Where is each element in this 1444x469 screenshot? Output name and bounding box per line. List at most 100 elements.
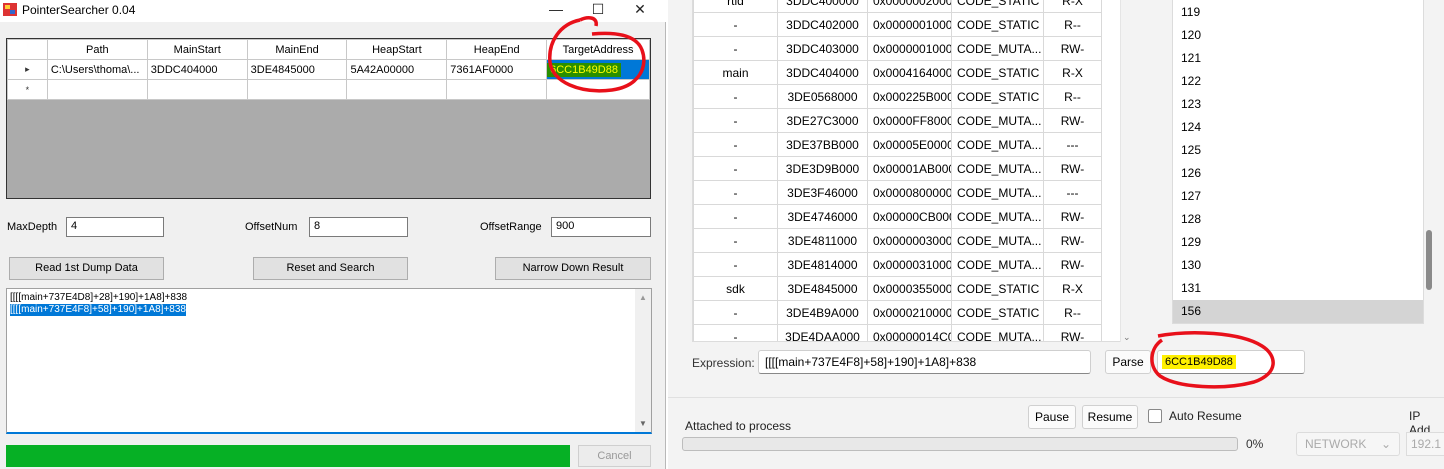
col-mainend[interactable]: MainEnd xyxy=(246,39,348,60)
table-cell[interactable]: sdk xyxy=(693,276,778,301)
table-cell[interactable]: RW- xyxy=(1043,36,1102,61)
list-item[interactable]: 125 xyxy=(1181,139,1201,162)
table-cell[interactable]: R-X xyxy=(1043,0,1102,13)
list-item[interactable]: 130 xyxy=(1181,254,1201,277)
new-cell[interactable] xyxy=(146,79,248,100)
table-row[interactable]: -3DE4814000 0x0000031000 CODE_MUTA... RW- xyxy=(693,252,1102,277)
table-cell[interactable]: 0x0000210000 xyxy=(867,300,952,325)
table-cell[interactable]: RW- xyxy=(1043,324,1102,341)
table-row[interactable]: main 3DDC404000 0x0004164000 CODE_STATIC R-X xyxy=(693,60,1102,85)
table-cell[interactable]: 3DE3F46000 xyxy=(777,180,868,205)
table-cell[interactable]: - xyxy=(693,228,778,253)
table-cell[interactable]: 0x0000031000 xyxy=(867,252,952,277)
list-item[interactable]: 128 xyxy=(1181,208,1201,231)
new-cell[interactable] xyxy=(446,79,548,100)
table-cell[interactable]: CODE_MUTA... xyxy=(951,156,1044,181)
table-cell[interactable]: - xyxy=(693,180,778,205)
table-cell[interactable]: rtld xyxy=(693,0,778,13)
table-cell[interactable]: RW- xyxy=(1043,156,1102,181)
results-textbox[interactable]: [[[[main+737E4D8]+28]+190]+1A8]+838 [[[[… xyxy=(6,288,652,434)
result-line-selected[interactable]: [[[[main+737E4F8]+58]+190]+1A8]+838 xyxy=(10,304,186,316)
table-cell[interactable]: --- xyxy=(1043,132,1102,157)
table-cell[interactable]: - xyxy=(693,204,778,229)
table-row[interactable]: -3DE37BB000 0x00005E0000 CODE_MUTA... --- xyxy=(693,132,1102,157)
table-cell[interactable]: CODE_STATIC xyxy=(951,60,1044,85)
table-cell[interactable]: CODE_MUTA... xyxy=(951,108,1044,133)
result-line[interactable]: [[[[main+737E4D8]+28]+190]+1A8]+838 xyxy=(10,292,187,304)
offsetrange-input[interactable]: 900 xyxy=(551,217,651,237)
expression-input[interactable]: [[[[main+737E4F8]+58]+190]+1A8]+838 xyxy=(758,350,1091,374)
table-cell[interactable]: 0x00000014C000 xyxy=(867,324,952,341)
scroll-down-icon[interactable]: ⌄ xyxy=(1123,332,1131,343)
table-cell[interactable]: RW- xyxy=(1043,252,1102,277)
table-cell[interactable]: 3DDC400000 xyxy=(777,0,868,13)
table-cell[interactable]: 0x00000CB000 xyxy=(867,204,952,229)
cell-mainstart[interactable]: 3DDC404000 xyxy=(146,59,248,80)
resume-button[interactable]: Resume xyxy=(1082,405,1138,429)
table-cell[interactable]: RW- xyxy=(1043,108,1102,133)
table-cell[interactable]: CODE_STATIC xyxy=(951,84,1044,109)
cell-heapend[interactable]: 7361AF0000 xyxy=(446,59,548,80)
list-item[interactable]: 123 xyxy=(1181,93,1201,116)
table-cell[interactable]: - xyxy=(693,132,778,157)
list-item[interactable]: 156 xyxy=(1173,300,1423,323)
table-row[interactable]: -3DE3D9B000 0x00001AB000 CODE_MUTA... RW- xyxy=(693,156,1102,181)
table-cell[interactable]: 0x0000002000 xyxy=(867,0,952,13)
table-row[interactable]: -3DDC402000 0x0000001000 CODE_STATIC R-- xyxy=(693,12,1102,37)
table-cell[interactable]: CODE_STATIC xyxy=(951,276,1044,301)
table-row[interactable]: -3DE4DAA0000x00000014C000CODE_MUTA...RW- xyxy=(693,324,1102,341)
col-mainstart[interactable]: MainStart xyxy=(146,39,248,60)
table-row[interactable]: sdk 3DE4845000 0x0000355000 CODE_STATIC R-X xyxy=(693,276,1102,301)
table-cell[interactable]: - xyxy=(693,156,778,181)
cell-mainend[interactable]: 3DE4845000 xyxy=(246,59,348,80)
table-cell[interactable]: 0x00001AB000 xyxy=(867,156,952,181)
table-cell[interactable]: 3DE4845000 xyxy=(777,276,868,301)
table-cell[interactable]: CODE_STATIC xyxy=(951,0,1044,13)
list-item[interactable]: 122 xyxy=(1181,70,1201,93)
table-row[interactable]: rtld 3DDC400000 0x0000002000 CODE_STATIC R-X xyxy=(693,0,1102,13)
table-cell[interactable]: 3DE27C3000 xyxy=(777,108,868,133)
table-row[interactable]: -3DE0568000 0x000225B000 CODE_STATIC R-- xyxy=(693,84,1102,109)
table-cell[interactable]: 3DE37BB000 xyxy=(777,132,868,157)
ip-input[interactable]: 192.1 xyxy=(1406,432,1444,456)
memory-scrollbar[interactable]: ⌄ xyxy=(1120,0,1132,342)
table-cell[interactable]: main xyxy=(693,60,778,85)
new-cell[interactable] xyxy=(246,79,348,100)
table-cell[interactable]: 0x000225B000 xyxy=(867,84,952,109)
table-cell[interactable]: CODE_MUTA... xyxy=(951,132,1044,157)
scroll-up-icon[interactable]: ▲ xyxy=(639,293,647,302)
table-cell[interactable]: 3DE4814000 xyxy=(777,252,868,277)
table-cell[interactable]: 0x0000800000 xyxy=(867,180,952,205)
cancel-button[interactable]: Cancel xyxy=(578,445,651,467)
list-item[interactable]: 124 xyxy=(1181,116,1201,139)
table-cell[interactable]: CODE_STATIC xyxy=(951,12,1044,37)
list-scroll-thumb[interactable] xyxy=(1426,230,1432,290)
table-cell[interactable]: - xyxy=(693,36,778,61)
pause-button[interactable]: Pause xyxy=(1028,405,1076,429)
table-cell[interactable]: CODE_STATIC xyxy=(951,300,1044,325)
table-cell[interactable]: - xyxy=(693,300,778,325)
table-cell[interactable]: CODE_MUTA... xyxy=(951,228,1044,253)
table-cell[interactable]: 3DE4811000 xyxy=(777,228,868,253)
results-scrollbar[interactable]: ▲ ▼ xyxy=(635,289,651,432)
table-cell[interactable]: 3DDC404000 xyxy=(777,60,868,85)
table-cell[interactable]: R-X xyxy=(1043,60,1102,85)
table-cell[interactable]: CODE_MUTA... xyxy=(951,252,1044,277)
table-cell[interactable]: R-- xyxy=(1043,12,1102,37)
table-cell[interactable]: R-X xyxy=(1043,276,1102,301)
table-cell[interactable]: RW- xyxy=(1043,204,1102,229)
table-cell[interactable]: 0x00005E0000 xyxy=(867,132,952,157)
table-row[interactable]: -3DE27C3000 0x0000FF8000 CODE_MUTA... RW- xyxy=(693,108,1102,133)
table-row[interactable]: -3DE4B9A000 0x0000210000 CODE_STATIC R-- xyxy=(693,300,1102,325)
list-item[interactable]: 131 xyxy=(1181,277,1201,300)
table-cell[interactable]: 3DE3D9B000 xyxy=(777,156,868,181)
table-cell[interactable]: 3DDC403000 xyxy=(777,36,868,61)
maxdepth-input[interactable]: 4 xyxy=(66,217,164,237)
col-heapend[interactable]: HeapEnd xyxy=(446,39,548,60)
table-cell[interactable]: 3DE4DAA000 xyxy=(777,324,868,341)
table-row[interactable]: -3DE4811000 0x0000003000 CODE_MUTA... RW- xyxy=(693,228,1102,253)
table-cell[interactable]: RW- xyxy=(1043,228,1102,253)
list-item[interactable]: 127 xyxy=(1181,185,1201,208)
table-cell[interactable]: 3DE4746000 xyxy=(777,204,868,229)
table-cell[interactable]: 0x0000001000 xyxy=(867,36,952,61)
